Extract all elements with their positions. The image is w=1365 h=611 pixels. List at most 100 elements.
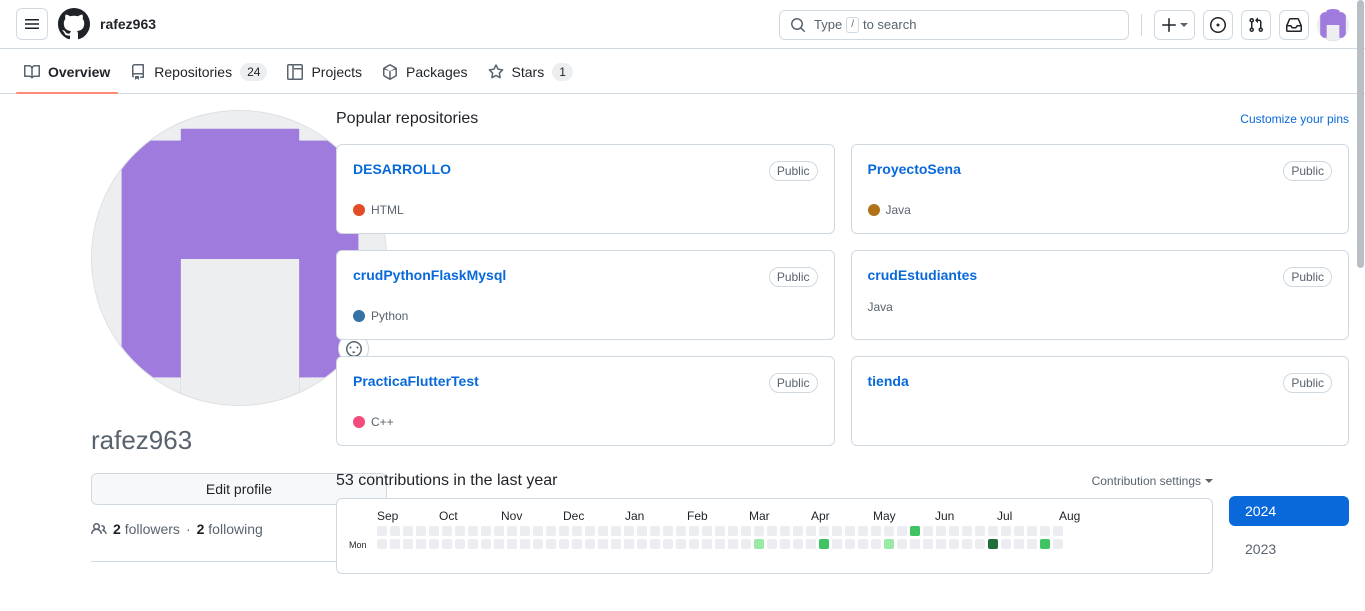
contribution-day-cell[interactable] — [572, 526, 582, 536]
header-user-avatar[interactable] — [1317, 8, 1349, 41]
contribution-day-cell[interactable] — [377, 539, 387, 549]
contribution-day-cell[interactable] — [416, 526, 426, 536]
contribution-day-cell[interactable] — [793, 526, 803, 536]
contribution-day-cell[interactable] — [624, 539, 634, 549]
contribution-day-cell[interactable] — [533, 526, 543, 536]
contribution-day-cell[interactable] — [858, 539, 868, 549]
hamburger-menu-button[interactable] — [16, 8, 48, 40]
contribution-day-cell[interactable] — [689, 526, 699, 536]
contribution-day-cell[interactable] — [559, 539, 569, 549]
contribution-day-cell[interactable] — [650, 539, 660, 549]
contribution-day-cell[interactable] — [897, 526, 907, 536]
contribution-day-cell[interactable] — [962, 539, 972, 549]
contribution-day-cell[interactable] — [429, 526, 439, 536]
tab-packages[interactable]: Packages — [374, 49, 475, 93]
repo-card[interactable]: tienda Public — [850, 356, 1349, 446]
contribution-day-cell[interactable] — [702, 539, 712, 549]
contribution-day-cell[interactable] — [715, 526, 725, 536]
contribution-day-cell[interactable] — [754, 526, 764, 536]
contribution-day-cell[interactable] — [767, 526, 777, 536]
contribution-day-cell[interactable] — [494, 526, 504, 536]
contribution-day-cell[interactable] — [546, 526, 556, 536]
contribution-day-cell[interactable] — [598, 539, 608, 549]
repo-card[interactable]: DESARROLLO Public HTML — [336, 144, 835, 234]
contribution-day-cell[interactable] — [728, 526, 738, 536]
contribution-day-cell[interactable] — [520, 526, 530, 536]
contribution-day-cell[interactable] — [767, 539, 777, 549]
contribution-day-cell[interactable] — [806, 539, 816, 549]
contribution-day-cell[interactable] — [663, 526, 673, 536]
create-new-button[interactable] — [1154, 9, 1195, 40]
contribution-day-cell[interactable] — [936, 539, 946, 549]
contribution-day-cell[interactable] — [585, 539, 595, 549]
contribution-day-cell[interactable] — [468, 526, 478, 536]
repo-card[interactable]: crudPythonFlaskMysql Public Python — [336, 250, 835, 340]
contribution-day-cell[interactable] — [455, 539, 465, 549]
contribution-day-cell[interactable] — [975, 539, 985, 549]
tab-stars[interactable]: Stars 1 — [480, 49, 581, 93]
contribution-day-cell[interactable] — [754, 539, 764, 549]
contribution-day-cell[interactable] — [1027, 526, 1037, 536]
contribution-day-cell[interactable] — [546, 539, 556, 549]
contribution-day-cell[interactable] — [702, 526, 712, 536]
contribution-day-cell[interactable] — [650, 526, 660, 536]
contribution-day-cell[interactable] — [832, 539, 842, 549]
contribution-day-cell[interactable] — [949, 526, 959, 536]
contribution-day-cell[interactable] — [507, 526, 517, 536]
repo-name-link[interactable]: crudPythonFlaskMysql — [353, 267, 506, 283]
repo-name-link[interactable]: ProyectoSena — [868, 161, 961, 177]
contribution-day-cell[interactable] — [416, 539, 426, 549]
contribution-day-cell[interactable] — [637, 539, 647, 549]
page-scrollbar[interactable] — [1356, 0, 1365, 611]
contribution-day-cell[interactable] — [780, 526, 790, 536]
contribution-day-cell[interactable] — [741, 526, 751, 536]
followers-link[interactable]: 2 followers — [113, 521, 180, 537]
contribution-day-cell[interactable] — [455, 526, 465, 536]
contribution-day-cell[interactable] — [429, 539, 439, 549]
contribution-day-cell[interactable] — [624, 526, 634, 536]
contribution-settings-button[interactable]: Contribution settings — [1092, 474, 1213, 488]
contribution-day-cell[interactable] — [728, 539, 738, 549]
contribution-day-cell[interactable] — [884, 526, 894, 536]
contribution-day-cell[interactable] — [1040, 539, 1050, 549]
contribution-day-cell[interactable] — [533, 539, 543, 549]
contribution-day-cell[interactable] — [442, 539, 452, 549]
contribution-day-cell[interactable] — [871, 526, 881, 536]
contribution-day-cell[interactable] — [741, 539, 751, 549]
contribution-day-cell[interactable] — [1053, 539, 1063, 549]
contribution-day-cell[interactable] — [819, 526, 829, 536]
contribution-day-cell[interactable] — [936, 526, 946, 536]
issues-button[interactable] — [1203, 9, 1233, 40]
contribution-day-cell[interactable] — [871, 539, 881, 549]
contribution-day-cell[interactable] — [988, 539, 998, 549]
tab-overview[interactable]: Overview — [16, 49, 119, 94]
contribution-day-cell[interactable] — [780, 539, 790, 549]
contribution-day-cell[interactable] — [1027, 539, 1037, 549]
contribution-day-cell[interactable] — [1014, 526, 1024, 536]
contribution-day-cell[interactable] — [520, 539, 530, 549]
contribution-day-cell[interactable] — [1001, 526, 1011, 536]
github-logo[interactable] — [58, 8, 90, 40]
year-filter-2024[interactable]: 2024 — [1229, 496, 1349, 526]
contribution-day-cell[interactable] — [481, 526, 491, 536]
contribution-day-cell[interactable] — [598, 526, 608, 536]
repo-card[interactable]: crudEstudiantes Public Java — [850, 250, 1349, 340]
contribution-day-cell[interactable] — [1053, 526, 1063, 536]
contribution-day-cell[interactable] — [390, 526, 400, 536]
repo-card[interactable]: ProyectoSena Public Java — [850, 144, 1349, 234]
contribution-day-cell[interactable] — [507, 539, 517, 549]
contribution-day-cell[interactable] — [676, 526, 686, 536]
contribution-day-cell[interactable] — [572, 539, 582, 549]
contribution-day-cell[interactable] — [611, 526, 621, 536]
contribution-day-cell[interactable] — [637, 526, 647, 536]
contribution-day-cell[interactable] — [923, 539, 933, 549]
contribution-day-cell[interactable] — [611, 539, 621, 549]
contribution-day-cell[interactable] — [988, 526, 998, 536]
contribution-day-cell[interactable] — [1040, 526, 1050, 536]
contribution-day-cell[interactable] — [923, 526, 933, 536]
repo-name-link[interactable]: DESARROLLO — [353, 161, 451, 177]
contribution-day-cell[interactable] — [715, 539, 725, 549]
contribution-day-cell[interactable] — [689, 539, 699, 549]
tab-repositories[interactable]: Repositories 24 — [122, 49, 275, 93]
repo-card[interactable]: PracticaFlutterTest Public C++ — [336, 356, 835, 446]
